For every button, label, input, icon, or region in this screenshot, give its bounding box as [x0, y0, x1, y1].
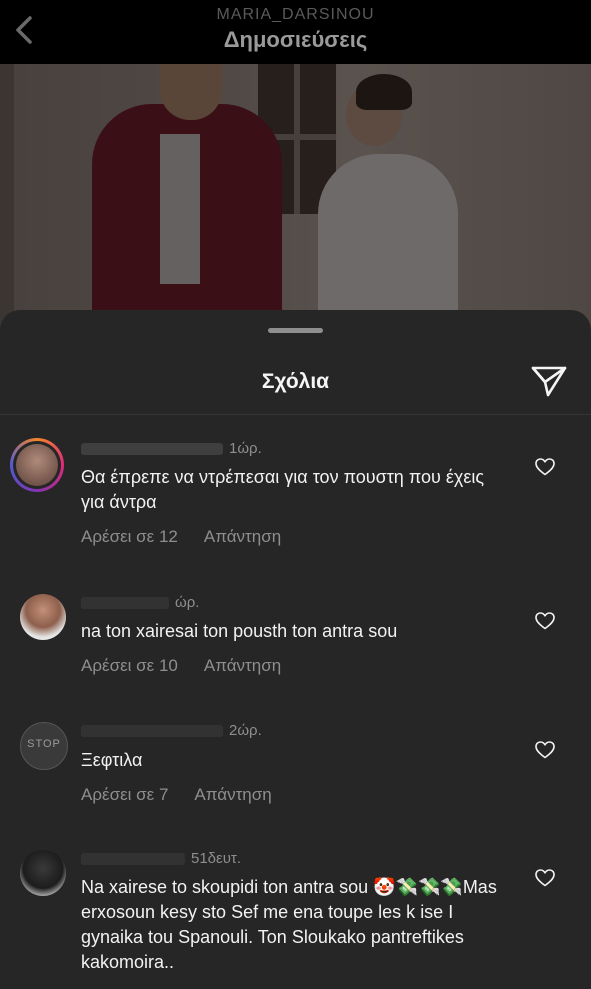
page-title: Δημοσιεύσεις: [223, 27, 368, 52]
heart-icon[interactable]: [535, 458, 555, 476]
likes-count[interactable]: Αρέσει σε 10: [81, 656, 178, 675]
reply-button[interactable]: Απάντηση: [204, 656, 281, 675]
comment-text: Θα έπρεπε να ντρέπεσαι για τον πουστη πο…: [81, 467, 485, 512]
top-bar: MARIA_DARSINOU Δημοσιεύσεις: [0, 0, 591, 64]
comment-text: na ton xairesai ton pousth ton antra sou: [81, 621, 398, 641]
comment-meta: ώρ.: [81, 594, 199, 611]
comment-meta: 51δευτ.: [81, 850, 241, 867]
comment-time: 2ώρ.: [229, 722, 262, 739]
likes-count[interactable]: Αρέσει σε 7: [81, 785, 168, 804]
heart-icon[interactable]: [535, 869, 555, 887]
username-redacted: [81, 725, 223, 738]
username-redacted: [81, 443, 223, 456]
comment-time: 1ώρ.: [229, 440, 262, 457]
comment-actions: Αρέσει σε 12 Απάντηση: [81, 527, 307, 547]
comment-actions: Αρέσει σε 10 Απάντηση: [81, 656, 307, 676]
comments-title: Σχόλια: [261, 370, 330, 393]
heart-icon[interactable]: [535, 741, 555, 759]
comment-actions: Αρέσει σε 7 Απάντηση: [81, 785, 298, 805]
avatar[interactable]: [20, 850, 66, 896]
reply-button[interactable]: Απάντηση: [204, 527, 281, 546]
avatar-stop-text: STOP: [27, 738, 61, 750]
likes-count[interactable]: Αρέσει σε 12: [81, 527, 178, 546]
header-divider: [0, 414, 591, 415]
avatar[interactable]: [10, 438, 64, 492]
heart-icon[interactable]: [535, 612, 555, 630]
profile-username: MARIA_DARSINOU: [216, 6, 375, 23]
comment-meta: 2ώρ.: [81, 722, 262, 739]
comment-text: Na xairese to skoupidi ton antra sou 🤡💸💸…: [81, 877, 497, 972]
username-redacted: [81, 853, 185, 866]
post-photo: [0, 64, 591, 344]
comment-time: ώρ.: [175, 594, 200, 611]
comment-text: Ξεφτιλα: [81, 750, 143, 770]
username-redacted: [81, 597, 169, 610]
reply-button[interactable]: Απάντηση: [194, 785, 271, 804]
send-icon[interactable]: [530, 364, 568, 398]
comment-time: 51δευτ.: [191, 850, 242, 867]
comment-meta: 1ώρ.: [81, 440, 262, 457]
avatar[interactable]: STOP: [20, 722, 68, 770]
avatar[interactable]: [20, 594, 66, 640]
drag-handle[interactable]: [268, 328, 323, 333]
